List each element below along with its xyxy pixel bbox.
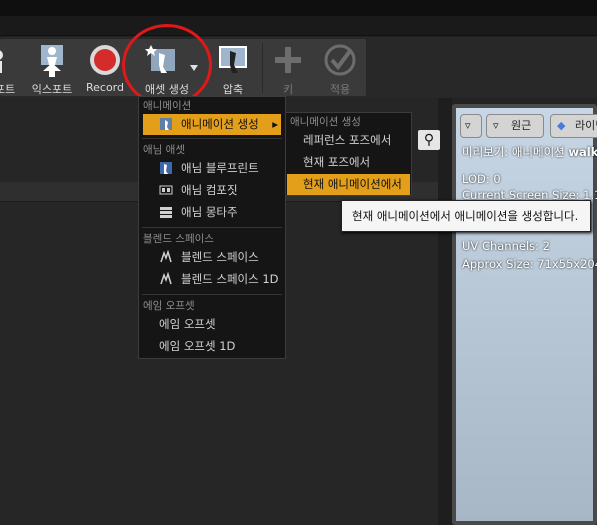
create-animation-submenu: 애니메이션 생성 레퍼런스 포즈에서 현재 포즈에서 현재 애니메이션에서 (285, 112, 412, 196)
lighting-label: 라이팅 (575, 119, 597, 132)
create-asset-menu: 애니메이션 애니메이션 생성 ▸ 애님 애셋 애님 블루프린트 애님 컴포짓 애… (138, 96, 286, 359)
menu-item-label: 애니메이션 생성 (181, 117, 259, 131)
menu-item-label: 블렌드 스페이스 1D (181, 272, 279, 286)
menu-item-label: 레퍼런스 포즈에서 (303, 133, 392, 147)
import-icon (0, 50, 3, 73)
lod-text: LOD: 0 (462, 172, 501, 186)
menu-item-blend-space-1d[interactable]: 블렌드 스페이스 1D (143, 269, 281, 290)
blend-space-1d-icon (160, 272, 172, 285)
export-icon (41, 45, 63, 77)
plus-icon (275, 47, 301, 73)
compress-label: 압축 (222, 83, 244, 96)
tab-strip (0, 16, 597, 36)
toolbar-group: 포트 익스포트 Record 애셋 생성 압축 (0, 39, 366, 96)
submenu-header: 애니메이션 생성 (290, 116, 361, 128)
menu-divider (142, 138, 282, 139)
menu-section-animation: 애니메이션 (143, 100, 192, 112)
create-asset-label: 애셋 생성 (145, 83, 189, 96)
chevron-right-icon: ▸ (272, 117, 278, 131)
anim-composite-icon (159, 185, 173, 195)
menu-divider (142, 227, 282, 228)
approx-size-text: Approx Size: 71x55x204 (462, 257, 597, 271)
compress-icon (219, 46, 247, 73)
menu-section-blend-space: 블렌드 스페이스 (143, 233, 214, 245)
export-label: 익스포트 (31, 83, 73, 96)
menu-item-label: 블렌드 스페이스 (181, 250, 259, 264)
main-toolbar: 포트 익스포트 Record 애셋 생성 압축 (0, 37, 597, 98)
toolbar-separator (262, 43, 263, 93)
chevron-down-icon: ▿ (465, 119, 471, 132)
preview-name: walkf (568, 145, 597, 159)
uv-channels-text: UV Channels: 2 (462, 239, 550, 253)
menu-item-label: 에임 오프셋 1D (159, 339, 236, 353)
menu-section-aim-offset: 에임 오프셋 (143, 300, 195, 312)
menu-item-label: 애님 컴포짓 (181, 183, 238, 197)
anim-montage-icon (160, 207, 172, 218)
checkmark-icon (324, 44, 356, 76)
viewport-options-button[interactable]: ▿ (460, 114, 482, 138)
menu-item-label: 현재 애니메이션에서 (303, 177, 402, 191)
panel-scrollbar[interactable] (438, 98, 452, 525)
apply-label: 적용 (329, 83, 351, 96)
menu-item-label: 애님 몽타주 (181, 205, 238, 219)
menu-item-from-current-pose[interactable]: 현재 포즈에서 (287, 152, 410, 173)
anim-blueprint-icon (160, 162, 172, 174)
create-asset-icon (145, 45, 175, 73)
preview-title: 미리보기: 애니메이션 walkf (462, 144, 597, 160)
search-icon[interactable]: ⚲ (418, 130, 440, 150)
tooltip: 현재 애니메이션에서 애니메이션을 생성합니다. (341, 200, 591, 232)
lighting-icon: ◆ (557, 119, 566, 132)
menu-item-label: 현재 포즈에서 (303, 155, 371, 169)
record-button[interactable]: Record (82, 39, 128, 96)
menu-item-blend-space[interactable]: 블렌드 스페이스 (143, 247, 281, 268)
preview-prefix: 미리보기: 애니메이션 (462, 145, 565, 159)
create-asset-button[interactable]: 애셋 생성 (134, 39, 204, 96)
menu-item-create-animation[interactable]: 애니메이션 생성 ▸ (143, 114, 281, 135)
menu-item-from-current-animation[interactable]: 현재 애니메이션에서 (287, 174, 410, 195)
perspective-label: 원근 (511, 119, 532, 132)
record-icon (90, 45, 120, 75)
partial-label: 포트 (0, 83, 16, 96)
compress-button[interactable]: 압축 (210, 39, 256, 96)
menu-item-aim-offset[interactable]: 에임 오프셋 (143, 314, 281, 335)
perspective-icon: ▿ (493, 119, 499, 132)
chevron-down-icon[interactable] (190, 65, 198, 71)
menu-item-aim-offset-1d[interactable]: 에임 오프셋 1D (143, 336, 281, 357)
partial-button[interactable]: 포트 (0, 39, 20, 96)
menu-item-label: 애님 블루프린트 (181, 161, 259, 175)
title-bar (0, 0, 597, 16)
key-button[interactable]: 키 (268, 39, 308, 96)
blend-space-icon (160, 250, 172, 263)
apply-button[interactable]: 적용 (316, 39, 364, 96)
animation-icon (160, 118, 172, 130)
lighting-button[interactable]: ◆ 라이팅 (550, 114, 597, 138)
menu-divider (142, 294, 282, 295)
perspective-button[interactable]: ▿ 원근 (486, 114, 544, 138)
menu-section-anim-asset: 애님 애셋 (143, 144, 185, 156)
key-label: 키 (282, 83, 294, 96)
menu-item-from-reference-pose[interactable]: 레퍼런스 포즈에서 (287, 130, 410, 151)
menu-item-label: 에임 오프셋 (159, 317, 216, 331)
export-button[interactable]: 익스포트 (26, 39, 78, 96)
menu-item-anim-composite[interactable]: 애님 컴포짓 (143, 180, 281, 201)
preview-viewport[interactable]: ▿ 원근 ◆ 라이팅 ▿ 미리보기: 애니메이션 walkf LOD: 0 Cu… (452, 104, 597, 525)
menu-item-anim-montage[interactable]: 애님 몽타주 (143, 202, 281, 223)
record-label: Record (85, 81, 124, 94)
menu-item-anim-blueprint[interactable]: 애님 블루프린트 (143, 158, 281, 179)
